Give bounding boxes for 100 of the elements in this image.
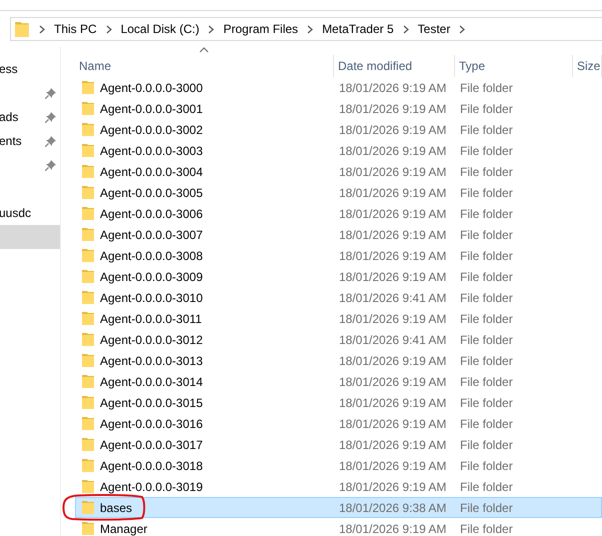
file-name[interactable]: Agent-0.0.0.0-3008 bbox=[76, 248, 203, 264]
folder-icon bbox=[82, 206, 95, 221]
date-cell-text: 18/01/2026 9:19 AM bbox=[338, 352, 446, 368]
date-cell-text: 18/01/2026 9:19 AM bbox=[338, 458, 446, 474]
folder-icon bbox=[82, 353, 95, 368]
file-name[interactable]: Agent-0.0.0.0-3000 bbox=[76, 80, 203, 96]
date-cell-text: 18/01/2026 9:19 AM bbox=[338, 268, 446, 284]
file-name[interactable]: Agent-0.0.0.0-3019 bbox=[76, 478, 203, 494]
file-name[interactable]: Agent-0.0.0.0-3007 bbox=[76, 226, 203, 242]
folder-icon bbox=[82, 164, 95, 179]
date-cell-text: 18/01/2026 9:19 AM bbox=[338, 184, 446, 200]
date-cell-text: 18/01/2026 9:19 AM bbox=[338, 142, 446, 158]
date-cell-text: 18/01/2026 9:19 AM bbox=[338, 122, 446, 138]
breadcrumb[interactable]: MetaTrader 5 bbox=[322, 22, 394, 36]
folder-icon bbox=[82, 500, 95, 515]
folder-icon bbox=[15, 20, 30, 38]
type-cell-text: File folder bbox=[459, 100, 513, 116]
folder-icon bbox=[82, 248, 95, 263]
breadcrumb[interactable]: This PC bbox=[54, 22, 97, 36]
type-cell-text: File folder bbox=[459, 416, 513, 432]
chevron-icon bbox=[106, 24, 112, 34]
type-cell-text: File folder bbox=[459, 122, 513, 138]
folder-icon bbox=[82, 437, 95, 452]
type-cell-text: File folder bbox=[459, 500, 513, 516]
folder-icon bbox=[82, 269, 95, 284]
file-name[interactable]: Agent-0.0.0.0-3016 bbox=[76, 416, 203, 432]
type-cell-text: File folder bbox=[459, 458, 513, 474]
date-cell-text: 18/01/2026 9:19 AM bbox=[338, 100, 446, 116]
file-name[interactable]: Agent-0.0.0.0-3001 bbox=[76, 100, 203, 116]
folder-icon bbox=[82, 521, 95, 536]
file-name[interactable]: Manager bbox=[76, 520, 148, 536]
file-name[interactable]: Agent-0.0.0.0-3018 bbox=[76, 458, 203, 474]
date-cell-text: 18/01/2026 9:19 AM bbox=[338, 80, 446, 96]
column-header[interactable]: Type bbox=[455, 55, 573, 77]
column-header[interactable]: Date modified bbox=[334, 55, 455, 77]
date-cell-text: 18/01/2026 9:19 AM bbox=[338, 310, 446, 326]
date-cell-text: 18/01/2026 9:19 AM bbox=[338, 436, 446, 452]
type-cell-text: File folder bbox=[459, 248, 513, 264]
date-cell-text: 18/01/2026 9:19 AM bbox=[338, 394, 446, 410]
type-cell-text: File folder bbox=[459, 184, 513, 200]
file-name[interactable]: Agent-0.0.0.0-3003 bbox=[76, 142, 203, 158]
date-cell-text: 18/01/2026 9:19 AM bbox=[338, 416, 446, 432]
breadcrumb[interactable]: Local Disk (C:) bbox=[120, 22, 200, 36]
folder-icon bbox=[82, 395, 95, 410]
type-cell-text: File folder bbox=[459, 394, 513, 410]
column-header[interactable]: Size bbox=[573, 55, 602, 77]
folder-icon bbox=[82, 374, 95, 389]
type-cell-text: File folder bbox=[459, 164, 513, 180]
nav-item-selected[interactable] bbox=[0, 225, 60, 249]
file-name[interactable]: Agent-0.0.0.0-3002 bbox=[76, 122, 203, 138]
file-name[interactable]: Agent-0.0.0.0-3011 bbox=[76, 310, 202, 326]
address-bar[interactable]: This PC Local Disk (C:) Program Files MetaTrader 5 Tester bbox=[10, 17, 602, 41]
file-name[interactable]: Agent-0.0.0.0-3005 bbox=[76, 184, 203, 200]
type-cell-text: File folder bbox=[459, 80, 513, 96]
file-name[interactable]: Agent-0.0.0.0-3009 bbox=[76, 268, 203, 284]
type-cell-text: File folder bbox=[459, 310, 513, 326]
file-name[interactable]: Agent-0.0.0.0-3012 bbox=[76, 332, 203, 348]
type-cell-text: File folder bbox=[459, 436, 513, 452]
chevron-icon bbox=[208, 24, 214, 34]
date-cell-text: 18/01/2026 9:41 AM bbox=[338, 332, 446, 348]
type-cell-text: File folder bbox=[459, 374, 513, 390]
file-name[interactable]: Agent-0.0.0.0-3017 bbox=[76, 436, 203, 452]
date-cell-text: 18/01/2026 9:19 AM bbox=[338, 520, 446, 536]
file-name[interactable]: Agent-0.0.0.0-3006 bbox=[76, 206, 203, 222]
file-name[interactable]: Agent-0.0.0.0-3004 bbox=[76, 164, 203, 180]
folder-icon bbox=[82, 122, 95, 137]
chevron-icon bbox=[307, 24, 314, 34]
type-cell-text: File folder bbox=[459, 332, 513, 348]
type-cell-text: File folder bbox=[459, 520, 513, 536]
chevron-icon bbox=[39, 24, 45, 34]
folder-icon bbox=[82, 80, 95, 95]
type-cell-text: File folder bbox=[459, 290, 513, 306]
type-cell-text: File folder bbox=[459, 478, 513, 494]
folder-icon bbox=[82, 185, 95, 200]
folder-icon bbox=[82, 101, 95, 116]
breadcrumb[interactable]: Program Files bbox=[223, 22, 298, 36]
date-cell-text: 18/01/2026 9:19 AM bbox=[338, 374, 446, 390]
chevron-icon bbox=[402, 24, 409, 34]
file-name[interactable]: Agent-0.0.0.0-3010 bbox=[76, 290, 203, 306]
date-cell-text: 18/01/2026 9:41 AM bbox=[338, 290, 446, 306]
file-name[interactable]: Agent-0.0.0.0-3014 bbox=[76, 374, 203, 390]
chevron-icon bbox=[459, 24, 466, 34]
type-cell-text: File folder bbox=[459, 142, 513, 158]
type-cell-text: File folder bbox=[459, 268, 513, 284]
date-cell-text: 18/01/2026 9:19 AM bbox=[338, 206, 446, 222]
date-cell-text: 18/01/2026 9:19 AM bbox=[338, 248, 446, 264]
file-name[interactable]: Agent-0.0.0.0-3015 bbox=[76, 394, 203, 410]
column-header[interactable]: Name bbox=[75, 55, 334, 77]
folder-icon bbox=[82, 143, 95, 158]
type-cell-text: File folder bbox=[459, 226, 513, 242]
type-cell-text: File folder bbox=[459, 352, 513, 368]
folder-icon bbox=[82, 332, 95, 347]
date-cell-text: 18/01/2026 9:38 AM bbox=[338, 500, 446, 516]
selected-row[interactable]: bases 18/01/2026 9:38 AM File folder bbox=[75, 497, 602, 518]
breadcrumb[interactable]: Tester bbox=[418, 22, 450, 36]
folder-icon bbox=[82, 227, 95, 242]
file-name[interactable]: Agent-0.0.0.0-3013 bbox=[76, 352, 203, 368]
nav-item[interactable]: uusdc bbox=[0, 206, 32, 220]
folder-icon bbox=[82, 458, 95, 473]
folder-icon bbox=[82, 311, 95, 326]
